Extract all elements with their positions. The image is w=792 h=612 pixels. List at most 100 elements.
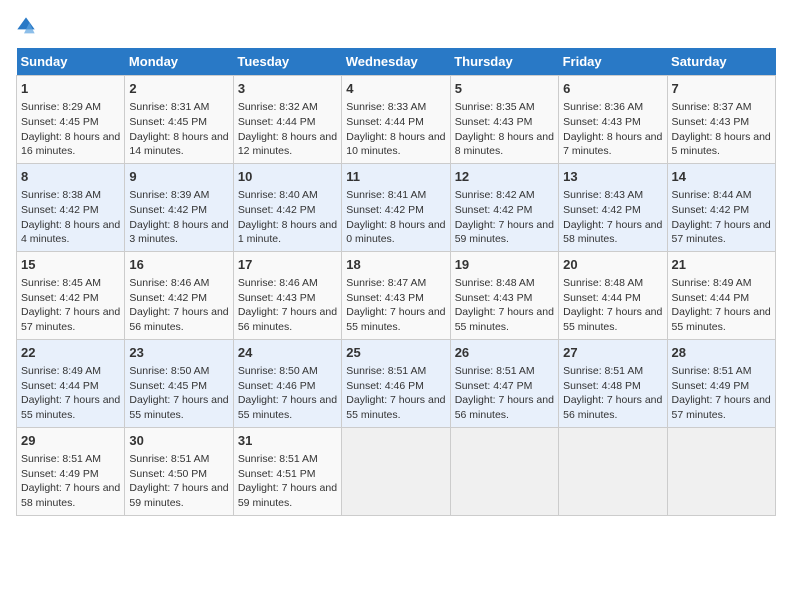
sunrise: Sunrise: 8:38 AM xyxy=(21,189,101,201)
sunset: Sunset: 4:51 PM xyxy=(238,468,316,480)
calendar-cell: 30 Sunrise: 8:51 AM Sunset: 4:50 PM Dayl… xyxy=(125,427,233,515)
daylight: Daylight: 7 hours and 57 minutes. xyxy=(21,306,120,333)
sunrise: Sunrise: 8:47 AM xyxy=(346,277,426,289)
daylight: Daylight: 7 hours and 55 minutes. xyxy=(129,394,228,421)
sunrise: Sunrise: 8:37 AM xyxy=(672,101,752,113)
sunset: Sunset: 4:42 PM xyxy=(238,204,316,216)
daylight: Daylight: 7 hours and 59 minutes. xyxy=(238,482,337,509)
sunset: Sunset: 4:44 PM xyxy=(672,292,750,304)
column-header-sunday: Sunday xyxy=(17,48,125,76)
daylight: Daylight: 8 hours and 0 minutes. xyxy=(346,219,445,246)
sunrise: Sunrise: 8:43 AM xyxy=(563,189,643,201)
daylight: Daylight: 8 hours and 12 minutes. xyxy=(238,131,337,158)
calendar-cell xyxy=(342,427,450,515)
calendar-cell: 12 Sunrise: 8:42 AM Sunset: 4:42 PM Dayl… xyxy=(450,163,558,251)
sunset: Sunset: 4:44 PM xyxy=(21,380,99,392)
daylight: Daylight: 7 hours and 55 minutes. xyxy=(563,306,662,333)
daylight: Daylight: 8 hours and 1 minute. xyxy=(238,219,337,246)
calendar-cell xyxy=(450,427,558,515)
daylight: Daylight: 7 hours and 55 minutes. xyxy=(238,394,337,421)
calendar-cell: 25 Sunrise: 8:51 AM Sunset: 4:46 PM Dayl… xyxy=(342,339,450,427)
column-header-thursday: Thursday xyxy=(450,48,558,76)
calendar-cell xyxy=(559,427,667,515)
calendar-cell: 13 Sunrise: 8:43 AM Sunset: 4:42 PM Dayl… xyxy=(559,163,667,251)
sunset: Sunset: 4:46 PM xyxy=(346,380,424,392)
day-number: 25 xyxy=(346,344,445,362)
daylight: Daylight: 7 hours and 55 minutes. xyxy=(21,394,120,421)
daylight: Daylight: 7 hours and 55 minutes. xyxy=(346,394,445,421)
sunrise: Sunrise: 8:51 AM xyxy=(21,453,101,465)
sunrise: Sunrise: 8:48 AM xyxy=(563,277,643,289)
sunset: Sunset: 4:42 PM xyxy=(129,292,207,304)
daylight: Daylight: 7 hours and 55 minutes. xyxy=(346,306,445,333)
sunrise: Sunrise: 8:29 AM xyxy=(21,101,101,113)
calendar-cell: 16 Sunrise: 8:46 AM Sunset: 4:42 PM Dayl… xyxy=(125,251,233,339)
sunset: Sunset: 4:45 PM xyxy=(129,116,207,128)
sunrise: Sunrise: 8:41 AM xyxy=(346,189,426,201)
sunrise: Sunrise: 8:32 AM xyxy=(238,101,318,113)
column-header-saturday: Saturday xyxy=(667,48,775,76)
calendar-cell: 7 Sunrise: 8:37 AM Sunset: 4:43 PM Dayli… xyxy=(667,76,775,164)
sunset: Sunset: 4:49 PM xyxy=(672,380,750,392)
daylight: Daylight: 8 hours and 3 minutes. xyxy=(129,219,228,246)
daylight: Daylight: 7 hours and 56 minutes. xyxy=(129,306,228,333)
day-number: 15 xyxy=(21,256,120,274)
logo xyxy=(16,16,38,36)
sunset: Sunset: 4:43 PM xyxy=(238,292,316,304)
day-number: 12 xyxy=(455,168,554,186)
calendar-cell: 23 Sunrise: 8:50 AM Sunset: 4:45 PM Dayl… xyxy=(125,339,233,427)
daylight: Daylight: 7 hours and 55 minutes. xyxy=(672,306,771,333)
calendar-cell: 17 Sunrise: 8:46 AM Sunset: 4:43 PM Dayl… xyxy=(233,251,341,339)
sunset: Sunset: 4:45 PM xyxy=(21,116,99,128)
sunset: Sunset: 4:42 PM xyxy=(21,204,99,216)
calendar-cell: 29 Sunrise: 8:51 AM Sunset: 4:49 PM Dayl… xyxy=(17,427,125,515)
day-number: 1 xyxy=(21,80,120,98)
sunrise: Sunrise: 8:46 AM xyxy=(129,277,209,289)
sunrise: Sunrise: 8:33 AM xyxy=(346,101,426,113)
calendar-cell: 21 Sunrise: 8:49 AM Sunset: 4:44 PM Dayl… xyxy=(667,251,775,339)
day-number: 19 xyxy=(455,256,554,274)
sunset: Sunset: 4:43 PM xyxy=(346,292,424,304)
sunrise: Sunrise: 8:35 AM xyxy=(455,101,535,113)
sunrise: Sunrise: 8:51 AM xyxy=(238,453,318,465)
day-number: 10 xyxy=(238,168,337,186)
day-number: 13 xyxy=(563,168,662,186)
day-number: 17 xyxy=(238,256,337,274)
sunrise: Sunrise: 8:49 AM xyxy=(21,365,101,377)
sunset: Sunset: 4:43 PM xyxy=(672,116,750,128)
column-header-monday: Monday xyxy=(125,48,233,76)
daylight: Daylight: 7 hours and 59 minutes. xyxy=(455,219,554,246)
sunset: Sunset: 4:42 PM xyxy=(21,292,99,304)
sunset: Sunset: 4:44 PM xyxy=(238,116,316,128)
daylight: Daylight: 7 hours and 57 minutes. xyxy=(672,394,771,421)
sunset: Sunset: 4:47 PM xyxy=(455,380,533,392)
day-number: 30 xyxy=(129,432,228,450)
calendar-cell: 18 Sunrise: 8:47 AM Sunset: 4:43 PM Dayl… xyxy=(342,251,450,339)
daylight: Daylight: 7 hours and 55 minutes. xyxy=(455,306,554,333)
day-number: 2 xyxy=(129,80,228,98)
sunset: Sunset: 4:42 PM xyxy=(129,204,207,216)
sunset: Sunset: 4:45 PM xyxy=(129,380,207,392)
calendar-cell: 27 Sunrise: 8:51 AM Sunset: 4:48 PM Dayl… xyxy=(559,339,667,427)
daylight: Daylight: 7 hours and 57 minutes. xyxy=(672,219,771,246)
sunrise: Sunrise: 8:46 AM xyxy=(238,277,318,289)
calendar-cell: 19 Sunrise: 8:48 AM Sunset: 4:43 PM Dayl… xyxy=(450,251,558,339)
day-number: 26 xyxy=(455,344,554,362)
daylight: Daylight: 8 hours and 5 minutes. xyxy=(672,131,771,158)
sunrise: Sunrise: 8:31 AM xyxy=(129,101,209,113)
calendar-cell: 5 Sunrise: 8:35 AM Sunset: 4:43 PM Dayli… xyxy=(450,76,558,164)
day-number: 18 xyxy=(346,256,445,274)
daylight: Daylight: 7 hours and 56 minutes. xyxy=(455,394,554,421)
day-number: 14 xyxy=(672,168,771,186)
calendar-cell: 24 Sunrise: 8:50 AM Sunset: 4:46 PM Dayl… xyxy=(233,339,341,427)
sunrise: Sunrise: 8:50 AM xyxy=(238,365,318,377)
calendar-cell: 4 Sunrise: 8:33 AM Sunset: 4:44 PM Dayli… xyxy=(342,76,450,164)
calendar-cell: 22 Sunrise: 8:49 AM Sunset: 4:44 PM Dayl… xyxy=(17,339,125,427)
daylight: Daylight: 8 hours and 16 minutes. xyxy=(21,131,120,158)
calendar-cell: 14 Sunrise: 8:44 AM Sunset: 4:42 PM Dayl… xyxy=(667,163,775,251)
page-header xyxy=(16,16,776,36)
sunrise: Sunrise: 8:49 AM xyxy=(672,277,752,289)
calendar-cell: 6 Sunrise: 8:36 AM Sunset: 4:43 PM Dayli… xyxy=(559,76,667,164)
calendar-cell: 31 Sunrise: 8:51 AM Sunset: 4:51 PM Dayl… xyxy=(233,427,341,515)
sunrise: Sunrise: 8:48 AM xyxy=(455,277,535,289)
